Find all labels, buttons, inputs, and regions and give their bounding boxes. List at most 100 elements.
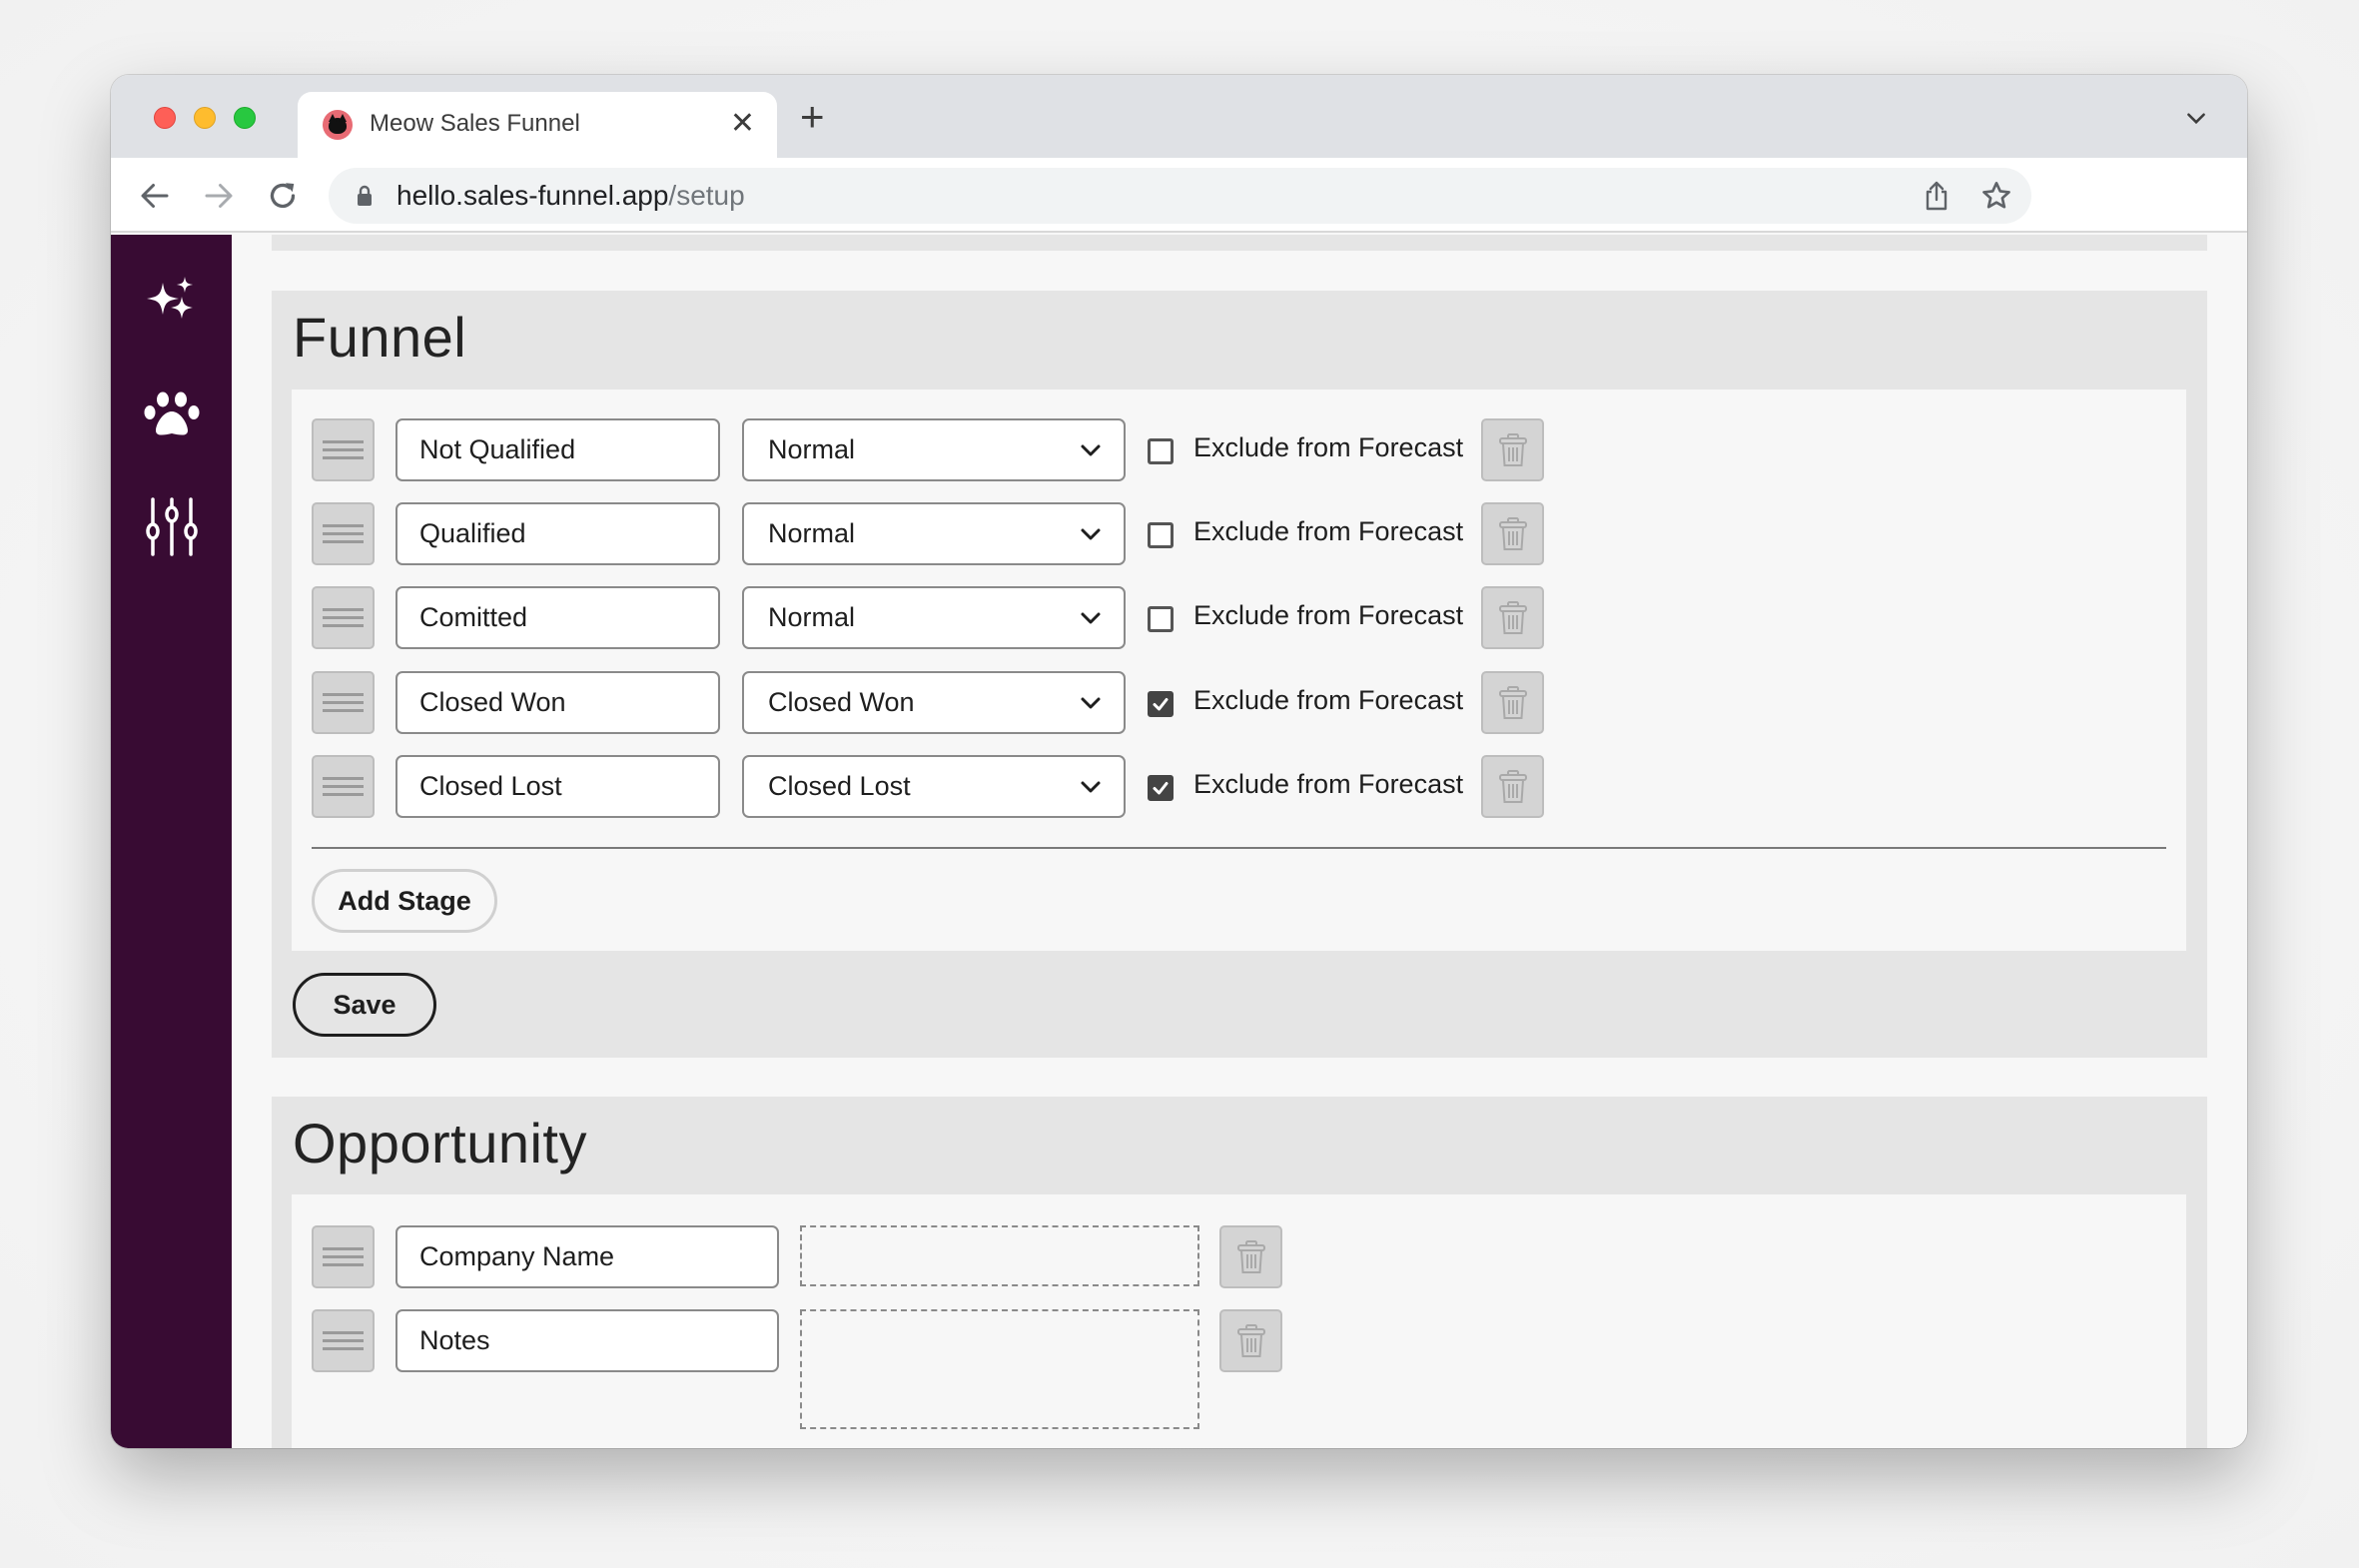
add-stage-button[interactable]: Add Stage xyxy=(312,869,497,933)
delete-field-button[interactable] xyxy=(1219,1309,1282,1372)
trash-icon xyxy=(1499,433,1527,466)
drag-handle[interactable] xyxy=(312,1225,375,1288)
trash-icon xyxy=(1237,1324,1265,1357)
field-preview-dropzone[interactable] xyxy=(800,1225,1199,1286)
opportunity-section: Opportunity xyxy=(272,1097,2207,1448)
url-host: hello.sales-funnel.app xyxy=(396,180,669,211)
funnel-stage-row: Closed Won Exclude from Forecast xyxy=(292,671,2186,735)
exclude-forecast-checkbox[interactable] xyxy=(1148,438,1174,464)
address-bar[interactable]: hello.sales-funnel.app/setup xyxy=(329,168,2031,224)
drag-handle[interactable] xyxy=(312,586,375,649)
grip-line-icon xyxy=(323,793,364,796)
field-preview-dropzone[interactable] xyxy=(800,1309,1199,1429)
grip-line-icon xyxy=(323,448,364,451)
exclude-forecast-label: Exclude from Forecast xyxy=(1193,432,1464,462)
browser-window: Meow Sales Funnel ✕ + hello.sales-funnel… xyxy=(111,75,2247,1448)
funnel-title: Funnel xyxy=(293,306,467,369)
maximize-window-button[interactable] xyxy=(234,107,256,129)
stage-name-input[interactable] xyxy=(395,755,720,818)
reload-icon[interactable] xyxy=(265,178,301,214)
opportunity-fields-panel xyxy=(292,1194,2186,1448)
minimize-window-button[interactable] xyxy=(194,107,216,129)
drag-handle[interactable] xyxy=(312,1309,375,1372)
drag-handle[interactable] xyxy=(312,502,375,565)
grip-line-icon xyxy=(323,1347,364,1350)
cat-favicon-icon xyxy=(323,110,353,140)
grip-line-icon xyxy=(323,624,364,627)
trash-icon xyxy=(1499,686,1527,719)
delete-field-button[interactable] xyxy=(1219,1225,1282,1288)
stage-type-select[interactable]: Normal xyxy=(742,502,1126,565)
funnel-stage-row: Normal Exclude from Forecast xyxy=(292,502,2186,566)
close-window-button[interactable] xyxy=(154,107,176,129)
trash-icon xyxy=(1499,601,1527,634)
opportunity-field-row xyxy=(292,1225,2186,1289)
sparkles-icon[interactable] xyxy=(141,273,203,335)
stage-type-value: Closed Won xyxy=(768,687,915,717)
funnel-stage-row: Normal Exclude from Forecast xyxy=(292,586,2186,650)
chevron-down-icon[interactable] xyxy=(2183,105,2209,131)
paw-icon[interactable] xyxy=(141,385,203,446)
delete-stage-button[interactable] xyxy=(1481,502,1544,565)
drag-handle[interactable] xyxy=(312,671,375,734)
funnel-stage-row: Normal Exclude from Forecast xyxy=(292,418,2186,482)
field-name-input[interactable] xyxy=(395,1225,779,1288)
drag-handle[interactable] xyxy=(312,755,375,818)
trash-icon xyxy=(1499,770,1527,803)
grip-line-icon xyxy=(323,1331,364,1334)
stage-type-select[interactable]: Closed Won xyxy=(742,671,1126,734)
checkmark-icon xyxy=(1153,698,1169,711)
grip-line-icon xyxy=(323,540,364,543)
stage-name-input[interactable] xyxy=(395,502,720,565)
grip-line-icon xyxy=(323,608,364,611)
trash-icon xyxy=(1237,1240,1265,1273)
tab-close-icon[interactable]: ✕ xyxy=(730,106,755,142)
grip-line-icon xyxy=(323,532,364,535)
exclude-forecast-checkbox[interactable] xyxy=(1148,522,1174,548)
grip-line-icon xyxy=(323,785,364,788)
delete-stage-button[interactable] xyxy=(1481,755,1544,818)
exclude-forecast-checkbox[interactable] xyxy=(1148,691,1174,717)
grip-line-icon xyxy=(323,616,364,619)
grip-line-icon xyxy=(323,440,364,443)
new-tab-button[interactable]: + xyxy=(800,96,825,138)
grip-line-icon xyxy=(323,709,364,712)
stage-name-input[interactable] xyxy=(395,586,720,649)
stages-divider xyxy=(312,847,2166,849)
tab-meow-sales-funnel[interactable]: Meow Sales Funnel ✕ xyxy=(298,92,777,158)
grip-line-icon xyxy=(323,456,364,459)
share-icon[interactable] xyxy=(1922,180,1952,212)
lock-icon xyxy=(358,185,372,206)
delete-stage-button[interactable] xyxy=(1481,418,1544,481)
exclude-forecast-label: Exclude from Forecast xyxy=(1193,516,1464,546)
delete-stage-button[interactable] xyxy=(1481,671,1544,734)
funnel-section: Funnel Add Stage Normal Exclude from Fore… xyxy=(272,291,2207,1058)
funnel-stage-row: Closed Lost Exclude from Forecast xyxy=(292,755,2186,819)
stage-type-value: Normal xyxy=(768,518,856,548)
chevron-down-icon xyxy=(1081,444,1101,456)
stage-type-select[interactable]: Normal xyxy=(742,418,1126,481)
previous-section-edge xyxy=(272,235,2207,251)
tab-title: Meow Sales Funnel xyxy=(370,110,580,137)
save-button[interactable]: Save xyxy=(293,973,436,1037)
bookmark-star-icon[interactable] xyxy=(1979,180,2013,212)
browser-toolbar: hello.sales-funnel.app/setup xyxy=(111,158,2247,233)
exclude-forecast-checkbox[interactable] xyxy=(1148,775,1174,801)
back-arrow-icon[interactable] xyxy=(137,178,173,214)
stage-name-input[interactable] xyxy=(395,671,720,734)
grip-line-icon xyxy=(323,701,364,704)
sliders-icon[interactable] xyxy=(141,496,203,558)
forward-arrow-icon[interactable] xyxy=(201,178,237,214)
opportunity-title: Opportunity xyxy=(293,1112,587,1175)
chevron-down-icon xyxy=(1081,528,1101,540)
exclude-forecast-label: Exclude from Forecast xyxy=(1193,600,1464,630)
drag-handle[interactable] xyxy=(312,418,375,481)
stage-name-input[interactable] xyxy=(395,418,720,481)
exclude-forecast-checkbox[interactable] xyxy=(1148,606,1174,632)
stage-type-select[interactable]: Normal xyxy=(742,586,1126,649)
stage-type-select[interactable]: Closed Lost xyxy=(742,755,1126,818)
chevron-down-icon xyxy=(1081,781,1101,793)
field-name-input[interactable] xyxy=(395,1309,779,1372)
stage-type-value: Closed Lost xyxy=(768,771,911,801)
delete-stage-button[interactable] xyxy=(1481,586,1544,649)
